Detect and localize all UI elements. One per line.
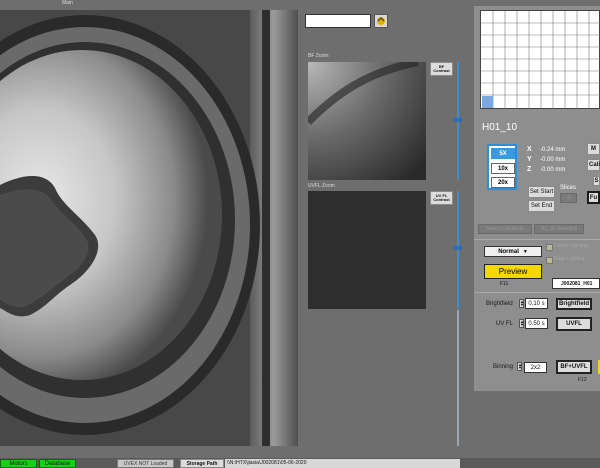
center-lighting-checkbox[interactable] xyxy=(546,244,553,251)
selected-well-cell xyxy=(482,96,493,108)
chevron-down-icon: ▼ xyxy=(522,248,528,255)
uvfl-exposure-field[interactable]: 0.50 s xyxy=(525,318,548,329)
z-label: Z xyxy=(527,166,532,173)
slices-value[interactable]: 3 xyxy=(560,193,577,203)
panel-divider-2 xyxy=(474,292,600,293)
slices-label: Slices xyxy=(560,185,577,191)
slider-rail xyxy=(457,310,459,446)
z-value: -0.00 mm xyxy=(540,167,566,173)
main-view-title: Main xyxy=(62,0,73,6)
right-fu-button[interactable]: Fu xyxy=(587,191,600,204)
bf-contrast-button[interactable]: BF Contrast xyxy=(430,62,453,76)
storage-path-field[interactable]: \\N:\HTX\jiasia\J002081\05-06-2020 xyxy=(225,459,460,468)
well-plate-grid[interactable] xyxy=(480,10,600,110)
brightfield-exposure-spinner[interactable]: ▲ ▼ xyxy=(519,299,524,308)
preview-button[interactable]: Preview xyxy=(484,264,542,279)
set-end-button[interactable]: Set End xyxy=(528,200,555,212)
x-label: X xyxy=(527,146,532,153)
bf-zoom-view xyxy=(308,62,426,180)
top-search-input[interactable] xyxy=(305,14,371,28)
motors-status: Motors xyxy=(0,459,37,468)
bf-zoom-title: BF Zoom xyxy=(308,53,329,59)
uvex-label: UVEX NOT Loaded xyxy=(123,460,168,467)
uvfl-button[interactable]: UVFL xyxy=(556,317,592,331)
brightfield-exposure-field[interactable]: 0.10 s xyxy=(525,298,548,309)
lighting-mode-select[interactable]: Normal ▼ xyxy=(484,246,542,257)
motors-label: Motors xyxy=(9,460,28,467)
center-lighting-label: Center Lighting xyxy=(554,243,588,249)
y-value: -0.00 mm xyxy=(540,157,566,163)
select-cell-mode-button[interactable]: Select Cell Mode xyxy=(478,224,532,234)
uvfl-contrast-slider-thumb[interactable] xyxy=(454,246,462,250)
bf-zoom-image xyxy=(308,62,426,180)
right-m-button[interactable]: M xyxy=(587,143,600,155)
preview-key: F11 xyxy=(500,281,509,287)
edge-lighting-checkbox[interactable] xyxy=(546,257,553,264)
bf-contrast-slider-thumb[interactable] xyxy=(454,118,462,122)
storage-path-button[interactable]: Storage Path xyxy=(180,459,224,468)
binning-spinner[interactable]: ▲ ▼ xyxy=(517,362,522,371)
right-calib-button[interactable]: Calib xyxy=(587,159,600,171)
folder-icon[interactable] xyxy=(374,14,388,28)
preview-label: Preview xyxy=(498,267,528,276)
uvfl-zoom-title: UVFL Zoom xyxy=(308,183,335,189)
x-value: -0.24 mm xyxy=(540,147,566,153)
uvex-status: UVEX NOT Loaded xyxy=(117,459,174,468)
uvfl-zoom-view xyxy=(308,191,426,309)
bf-uvfl-button[interactable]: BF+UVFL xyxy=(556,360,592,374)
right-s-button[interactable]: S xyxy=(593,176,600,186)
database-status: Database xyxy=(39,459,76,468)
plate-name-field[interactable]: J002081_H01 xyxy=(552,278,600,289)
set-start-button[interactable]: Set Start xyxy=(528,186,555,198)
binning-label: Binning xyxy=(493,364,514,370)
objective-20x[interactable]: 20x xyxy=(491,177,515,188)
uvfl-exposure-label: UV FL xyxy=(496,321,514,327)
bf-uvfl-key: F12 xyxy=(578,377,587,383)
y-label: Y xyxy=(527,156,532,163)
edge-lighting-label: Edge Lighting xyxy=(554,256,585,262)
well-id-label: H01_10 xyxy=(482,122,518,133)
all-selected-button[interactable]: A1_00 Selected xyxy=(534,224,584,234)
lighting-mode-value: Normal xyxy=(498,248,519,255)
uvfl-contrast-button[interactable]: UV FL Contrast xyxy=(430,191,453,205)
binning-field[interactable]: 2x2 xyxy=(524,362,547,373)
brightfield-button[interactable]: Brightfield xyxy=(556,298,592,310)
objective-10x[interactable]: 10x xyxy=(491,163,515,174)
objective-5x[interactable]: 5X xyxy=(491,148,515,159)
panel-divider xyxy=(474,239,600,240)
uvfl-exposure-spinner[interactable]: ▲ ▼ xyxy=(519,319,524,328)
brightfield-exposure-label: Brightfield xyxy=(486,301,513,307)
uvfl-contrast-slider-track[interactable] xyxy=(457,191,459,309)
well-plate-grid-lines xyxy=(481,11,600,110)
database-label: Database xyxy=(44,460,71,467)
well-image xyxy=(0,10,298,446)
main-camera-view[interactable] xyxy=(0,10,298,446)
